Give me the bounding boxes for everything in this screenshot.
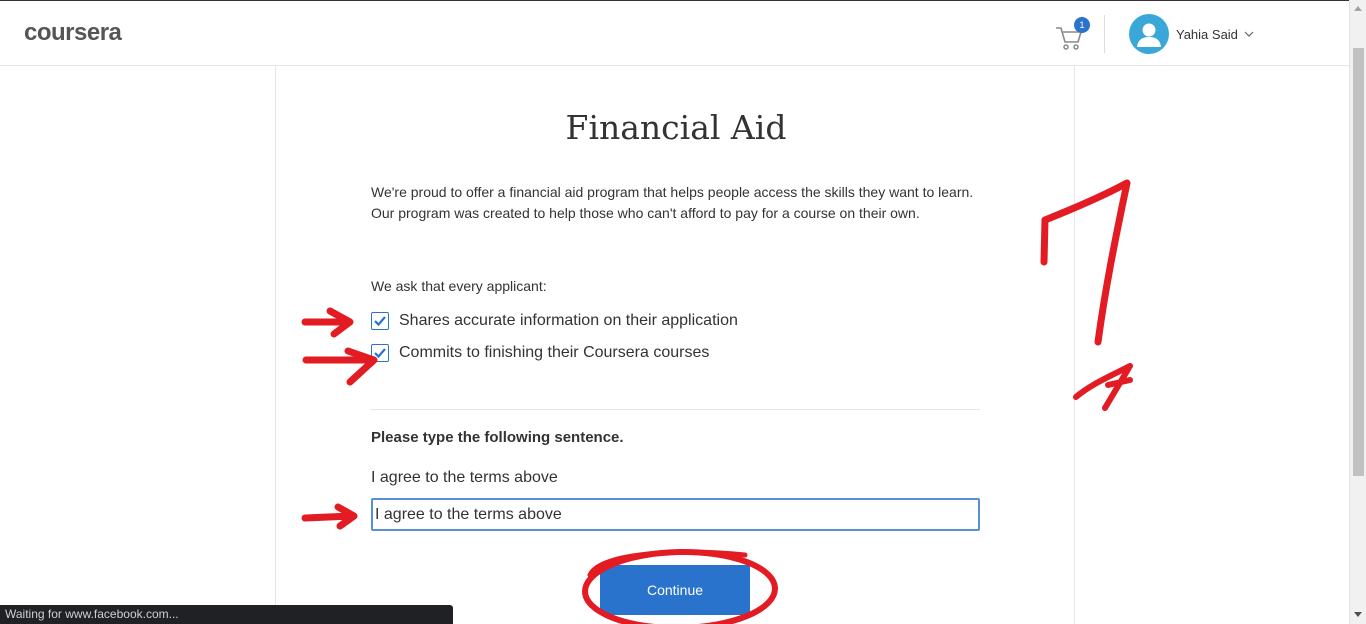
page-root: coursera 1 Yahia Said Financial Aid We'r…: [0, 0, 1366, 624]
cart-count-badge: 1: [1074, 17, 1090, 33]
user-menu[interactable]: Yahia Said: [1129, 14, 1254, 54]
scroll-down-arrow-icon[interactable]: [1354, 612, 1362, 617]
main-content: Financial Aid We're proud to offer a fin…: [275, 66, 1075, 624]
accurate-information-checkbox[interactable]: [371, 312, 389, 330]
section-divider: [371, 409, 980, 410]
avatar: [1129, 14, 1169, 54]
user-name: Yahia Said: [1176, 26, 1238, 42]
continue-button[interactable]: Continue: [600, 565, 750, 615]
required-sentence: I agree to the terms above: [371, 469, 558, 486]
checkmark-icon: [374, 316, 386, 327]
scroll-thumb[interactable]: [1353, 48, 1364, 476]
accurate-information-label: Shares accurate information on their app…: [399, 312, 738, 329]
sentence-input[interactable]: [371, 498, 980, 531]
user-icon: [1137, 23, 1161, 47]
chevron-down-icon: [1244, 31, 1254, 37]
vertical-scrollbar[interactable]: [1349, 0, 1366, 624]
coursera-logo[interactable]: coursera: [24, 19, 122, 47]
commit-finishing-checkbox-row[interactable]: Commits to finishing their Coursera cour…: [371, 344, 709, 362]
scroll-up-arrow-icon[interactable]: [1354, 6, 1362, 11]
page-title: Financial Aid: [565, 108, 787, 147]
type-sentence-prompt: Please type the following sentence.: [371, 429, 624, 446]
browser-status-bar: Waiting for www.facebook.com...: [0, 605, 453, 624]
top-header: coursera 1 Yahia Said: [0, 0, 1349, 66]
cart-button[interactable]: 1: [1054, 17, 1090, 53]
header-divider: [1104, 15, 1105, 53]
commit-finishing-label: Commits to finishing their Coursera cour…: [399, 344, 710, 361]
checkmark-icon: [374, 348, 386, 359]
applicant-requirements-label: We ask that every applicant:: [371, 278, 547, 294]
commit-finishing-checkbox[interactable]: [371, 344, 389, 362]
accurate-information-checkbox-row[interactable]: Shares accurate information on their app…: [371, 312, 738, 330]
annotation-squiggle: [1073, 363, 1133, 411]
intro-paragraph: We're proud to offer a financial aid pro…: [371, 184, 974, 221]
